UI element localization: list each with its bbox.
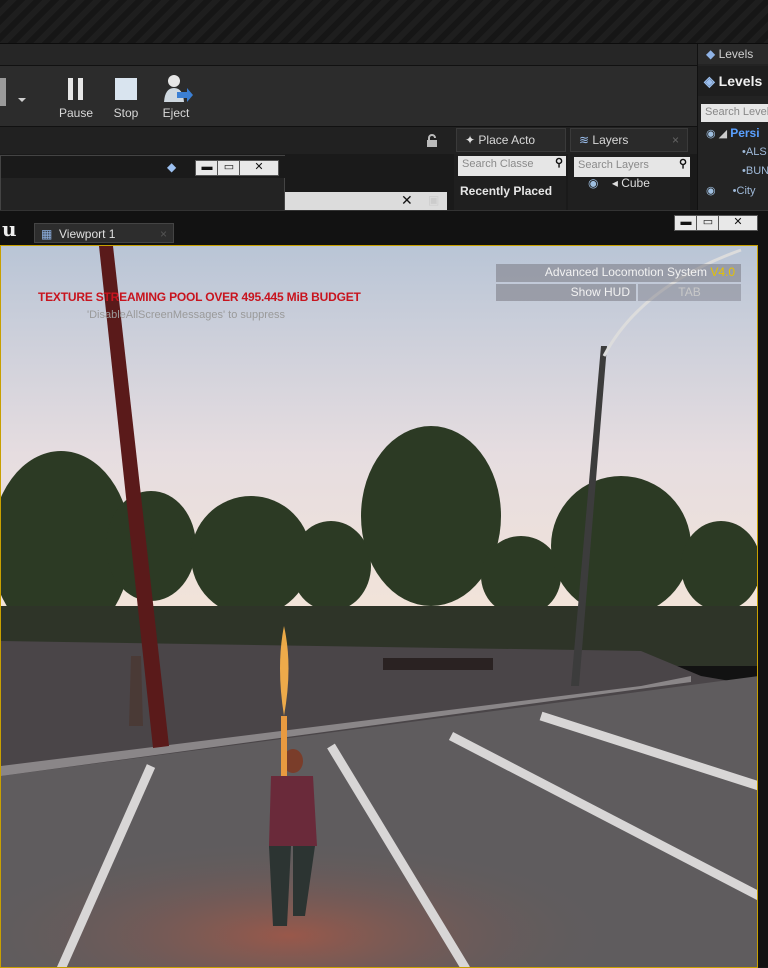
npc-figure	[129, 656, 143, 726]
level-item-persistent[interactable]: Persi	[730, 126, 759, 140]
level-item-label: City	[736, 185, 756, 197]
tab-place-actors[interactable]: ✦ Place Acto	[456, 128, 566, 152]
bench	[383, 658, 493, 670]
window-icon: ◆	[167, 160, 177, 174]
level-item-label: ALS	[745, 146, 767, 158]
layers-search-input[interactable]: Search Layers ⚲	[574, 157, 690, 177]
viewport-icon: ▦	[41, 227, 53, 241]
viewport-tab-label: Viewport 1	[59, 227, 116, 241]
clear-icon[interactable]: ✕	[401, 192, 413, 209]
eject-icon	[164, 75, 193, 102]
layer-item-cube: Cube	[621, 176, 650, 190]
close-button[interactable]: ✕	[239, 160, 279, 176]
viewport-minimize-button[interactable]: ▬	[674, 215, 698, 231]
layer-arrow-icon: ◂	[611, 176, 618, 190]
editor-title-bar	[0, 0, 768, 44]
maximize-button[interactable]: ▭	[217, 160, 241, 176]
levels-header-label: Levels	[718, 73, 763, 89]
eye-icon: ◉	[706, 185, 716, 197]
layers-panel: Search Layers ⚲ ◉ ◂ Cube	[568, 154, 690, 210]
eject-button[interactable]: Eject	[153, 72, 199, 124]
levels-header: ◈ Levels	[698, 66, 768, 96]
viewport-window: u ▦ Viewport 1 × ▬ ▭ ✕ TEXTURE STREAMING…	[0, 210, 768, 968]
close-icon[interactable]: ×	[672, 133, 679, 147]
eject-label: Eject	[162, 106, 190, 120]
viewport-close-button[interactable]: ✕	[718, 215, 758, 231]
hud-title: Advanced Locomotion System	[544, 265, 707, 279]
tab-layers[interactable]: ≋ Layers ×	[570, 128, 688, 152]
expand-arrow-icon[interactable]: ◢	[719, 128, 727, 140]
hud-show-label: Show HUD	[570, 285, 630, 299]
minimize-button[interactable]: ▬	[195, 160, 219, 176]
place-actors-label: Place Acto	[478, 133, 536, 147]
place-actors-search-input[interactable]: Search Classe ⚲	[458, 156, 566, 176]
unreal-logo-icon: u	[2, 217, 17, 241]
search-icon: ⚲	[554, 157, 563, 169]
floating-window: ◆ ▬ ▭ ✕	[0, 155, 286, 212]
levels-header-icon: ◈	[704, 73, 715, 89]
levels-tab[interactable]: ◆ Levels	[698, 44, 768, 64]
levels-search-input[interactable]: Search Levels	[701, 104, 768, 122]
layers-icon: ≋	[579, 133, 590, 147]
menu-row	[0, 44, 700, 66]
save-icon[interactable]: ▣	[428, 193, 439, 207]
layers-search-placeholder: Search Layers	[578, 159, 649, 171]
place-actors-search-placeholder: Search Classe	[462, 158, 534, 170]
level-item[interactable]: ◉ •City	[706, 184, 755, 197]
launch-dropdown[interactable]	[0, 72, 40, 116]
texture-streaming-warning: TEXTURE STREAMING POOL OVER 495.445 MiB …	[38, 290, 361, 304]
hud-key-hint: TAB	[638, 284, 741, 301]
hud-version: V4.0	[710, 265, 735, 279]
tab-viewport-1[interactable]: ▦ Viewport 1 ×	[34, 223, 174, 243]
game-scene	[1, 246, 757, 967]
layer-row[interactable]: ◉ ◂ Cube	[588, 176, 650, 190]
levels-tab-label: Levels	[718, 47, 754, 61]
pause-icon	[68, 78, 83, 100]
place-actors-icon: ✦	[465, 133, 476, 147]
details-search-input[interactable]: ✕	[285, 192, 447, 210]
stop-icon	[115, 78, 137, 100]
levels-tab-icon: ◆	[706, 47, 716, 61]
main-toolbar: Pause Stop Eject	[0, 66, 697, 126]
viewport-maximize-button[interactable]: ▭	[696, 215, 720, 231]
hud-show-button[interactable]: Show HUD	[496, 284, 636, 301]
floating-window-titlebar[interactable]: ◆ ▬ ▭ ✕	[1, 156, 286, 178]
place-actors-panel: Search Classe ⚲ Recently Placed	[454, 154, 566, 210]
suppress-hint: 'DisableAllScreenMessages' to suppress	[87, 309, 286, 321]
levels-panel: ◆ Levels ◈ Levels Search Levels ◉ ◢ Pers…	[697, 44, 768, 214]
close-icon[interactable]: ×	[160, 227, 167, 241]
level-row-visibility[interactable]: ◉ ◢ Persi	[706, 126, 760, 140]
game-viewport[interactable]: TEXTURE STREAMING POOL OVER 495.445 MiB …	[0, 245, 758, 968]
lock-icon[interactable]	[424, 133, 440, 149]
pause-label: Pause	[58, 106, 94, 120]
chevron-down-icon	[0, 78, 26, 106]
pause-button[interactable]: Pause	[53, 72, 99, 124]
stop-label: Stop	[113, 106, 139, 120]
eye-icon: ◉	[706, 128, 716, 140]
stop-button[interactable]: Stop	[103, 72, 149, 124]
level-item[interactable]: •ALS	[742, 146, 767, 158]
layers-label: Layers	[592, 133, 629, 147]
recently-placed-category[interactable]: Recently Placed	[460, 184, 552, 198]
eye-icon: ◉	[588, 176, 599, 190]
level-item[interactable]: •BUN	[742, 165, 768, 177]
hud-title-bar: Advanced Locomotion System V4.0	[496, 264, 741, 282]
search-icon: ⚲	[678, 158, 687, 170]
level-item-label: BUN	[745, 165, 768, 177]
